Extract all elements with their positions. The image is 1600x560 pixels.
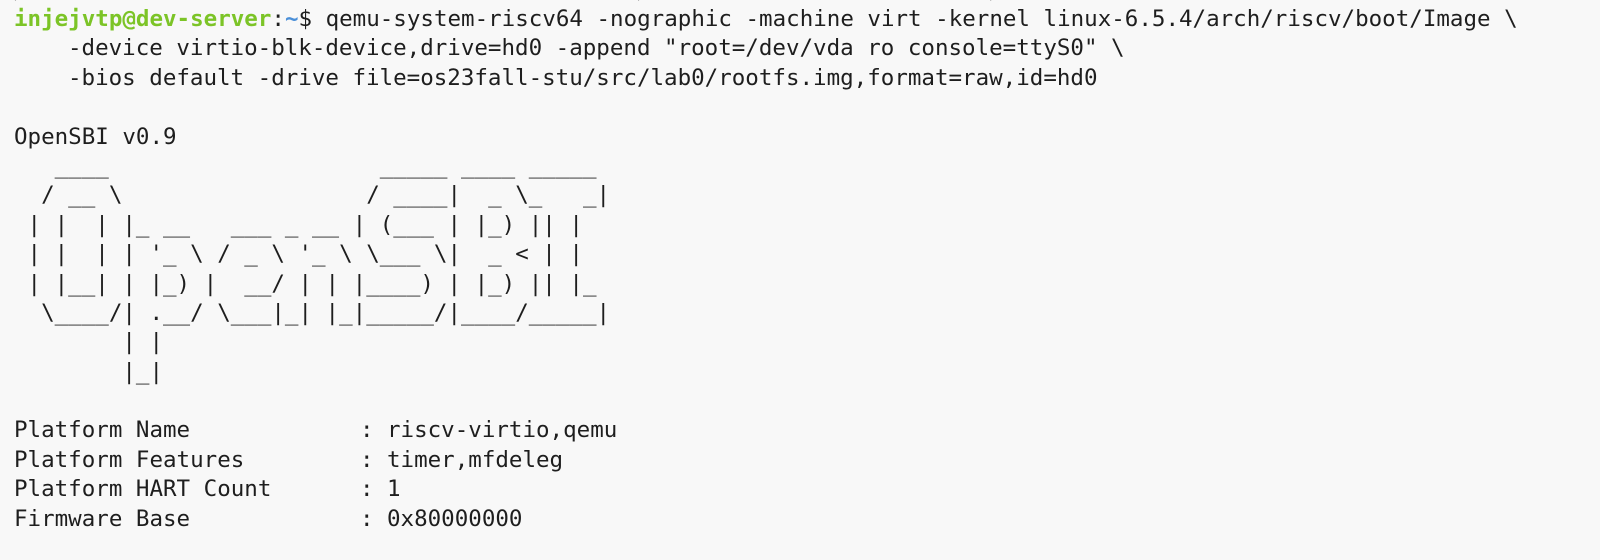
platform-info-row: Platform HART Count:1 [14, 475, 1518, 504]
command-text: qemu-system-riscv64 -nographic -machine … [325, 6, 1518, 32]
info-colon: : [360, 505, 374, 532]
info-colon: : [360, 417, 374, 444]
info-value: 0x80000000 [387, 505, 523, 532]
info-key: Platform Features [14, 446, 245, 473]
info-key: Firmware Base [14, 505, 191, 532]
logo-line: |_| [14, 358, 164, 385]
logo-line: | |__| | |_) | __/ | | |____) | |_) || |… [14, 270, 597, 297]
logo-line: | | [14, 329, 164, 356]
command-continuation: -bios default -drive file=os23fall-stu/s… [68, 64, 1098, 91]
terminal-window[interactable]: > > > injejvtp@dev-server:~$ qemu-system… [0, 0, 1600, 560]
terminal-output: injejvtp@dev-server:~$ qemu-system-riscv… [14, 5, 1518, 534]
info-key: Platform Name [14, 417, 191, 444]
info-key: Platform HART Count [14, 476, 272, 503]
info-value: riscv-virtio,qemu [387, 417, 618, 444]
logo-line: | | | |_ __ ___ _ __ | (___ | |_) || | [14, 211, 583, 238]
logo-line: | | | | '_ \ / _ \ '_ \ \___ \| _ < | | [14, 241, 583, 268]
command-line: injejvtp@dev-server:~$ qemu-system-riscv… [14, 5, 1518, 34]
platform-info-row: Platform Name: riscv-virtio,qemu [14, 416, 1518, 445]
prompt-path: ~ [284, 6, 299, 32]
prompt-separator: : [271, 6, 285, 32]
logo-line: ____ _____ ____ _____ [14, 152, 597, 179]
info-colon: : [360, 476, 374, 503]
logo-line: \____/| .__/ \___|_| |_|_____/|____/____… [14, 299, 611, 326]
command-continuation: -device virtio-blk-device,drive=hd0 -app… [68, 35, 1125, 62]
logo-line: / __ \ / ____| _ \_ _| [14, 182, 611, 209]
prompt-symbol: $ [298, 6, 326, 32]
platform-info-row: Firmware Base:0x80000000 [14, 505, 1518, 534]
info-colon: : [360, 446, 374, 473]
platform-info-row: Platform Features: timer,mfdeleg [14, 446, 1518, 475]
info-value: timer,mfdeleg [387, 446, 564, 473]
banner-title: OpenSBI v0.9 [14, 123, 177, 150]
info-value: 1 [387, 476, 401, 503]
prompt-user-host: injejvtp@dev-server [14, 6, 272, 32]
